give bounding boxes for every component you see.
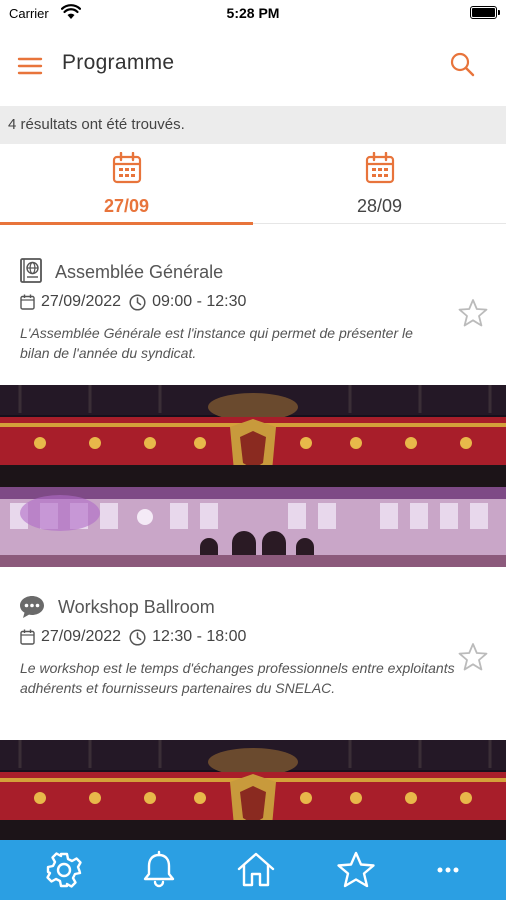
home-icon[interactable] [236,850,276,890]
chat-bubble-icon [20,596,44,618]
tab-date-label: 27/09 [103,196,150,216]
globe-book-icon [20,258,42,283]
gear-icon[interactable] [44,850,84,890]
calendar-small-icon [20,629,35,645]
search-icon[interactable] [448,50,476,78]
event-date: 27/09/2022 [41,628,122,645]
battery-icon [470,6,500,19]
event-time: 09:00 - 12:30 [152,293,247,310]
event-title: Assemblée Générale [55,262,224,282]
tab-date-1[interactable]: 27/09 [0,144,253,225]
calendar-small-icon [20,294,35,310]
event-meta: 27/09/2022 09:00 - 12:30 [20,293,246,311]
hamburger-menu-icon[interactable] [16,52,44,80]
event-title: Workshop Ballroom [58,597,215,617]
results-count-bar: 4 résultats ont été trouvés. [0,106,506,144]
venue-illustration [0,385,506,567]
bell-icon[interactable] [139,850,179,890]
event-description: L'Assemblée Générale est l'instance qui … [20,325,413,361]
star-icon[interactable] [336,850,376,890]
event-time: 12:30 - 18:00 [152,628,247,645]
event-date: 27/09/2022 [41,293,122,310]
app-header: Programme [0,28,506,106]
bottom-tab-bar [0,840,506,900]
event-banner-image[interactable] [0,385,506,567]
event-card[interactable]: Workshop Ballroom 27/09/2022 12:30 - 18:… [0,567,506,739]
event-list: Assemblée Générale 27/09/2022 09:00 - 12… [0,225,506,840]
calendar-icon [365,152,395,184]
event-card[interactable]: Assemblée Générale 27/09/2022 09:00 - 12… [0,225,506,385]
star-outline-icon[interactable] [458,298,488,328]
event-banner-image[interactable] [0,740,506,840]
page-title: Programme [62,51,175,74]
more-icon[interactable] [428,850,468,890]
tab-date-2[interactable]: 28/09 [253,144,506,224]
event-description: Le workshop est le temps d'échanges prof… [20,660,455,696]
clock-icon [129,293,146,311]
clock: 5:28 PM [226,5,280,21]
results-count-text: 4 résultats ont été trouvés. [8,116,185,133]
date-tabs: 27/09 28/09 [0,144,506,225]
event-meta: 27/09/2022 12:30 - 18:00 [20,628,246,646]
star-outline-icon[interactable] [458,642,488,672]
venue-illustration [0,740,506,840]
calendar-icon [112,152,142,184]
tab-date-label: 28/09 [356,196,403,216]
clock-icon [129,628,146,646]
status-bar: Carrier 5:28 PM [0,0,506,28]
